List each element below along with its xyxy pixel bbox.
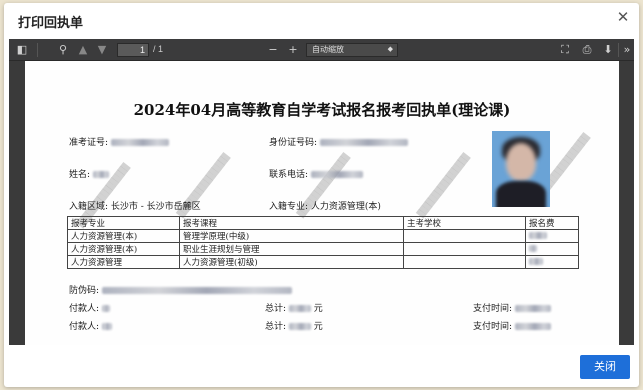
page-number-input[interactable]: 1 xyxy=(117,43,149,57)
zoom-select[interactable]: 自动缩放 ◆ xyxy=(306,43,398,57)
toolbar-divider xyxy=(618,43,619,57)
redacted-value xyxy=(110,139,169,146)
table-header: 报考课程 xyxy=(179,216,404,230)
redacted-value xyxy=(101,305,110,312)
payer-label: 付款人: xyxy=(69,304,100,314)
toolbar-divider xyxy=(37,43,38,57)
pdf-toolbar: ◧ ⚲ ▲ ▼ 1 / 1 − + 自动缩放 ◆ ⛶ ⎙ ⬇ » xyxy=(9,39,634,61)
anti-fake-code-field: 防伪码: xyxy=(69,283,292,296)
redacted-value xyxy=(514,305,551,312)
table-header-row: 报考专业 报考课程 主考学校 报名费 xyxy=(67,216,579,230)
payer-field-2: 付款人: xyxy=(69,319,112,332)
payment-time-label: 支付时间: xyxy=(473,322,513,332)
dialog-title: 打印回执单 xyxy=(18,15,84,30)
page-count: / 1 xyxy=(153,44,164,54)
table-header: 主考学校 xyxy=(403,216,526,230)
region-field: 入籍区域: 长沙市 - 长沙市岳麓区 xyxy=(69,202,201,212)
phone-field: 联系电话: xyxy=(269,167,363,180)
name-label: 姓名: xyxy=(69,170,91,180)
zoom-in-icon[interactable]: + xyxy=(286,43,300,57)
zoom-out-icon[interactable]: − xyxy=(266,43,280,57)
close-button[interactable]: 关闭 xyxy=(580,355,630,379)
name-field: 姓名: xyxy=(69,167,109,180)
print-icon[interactable]: ⎙ xyxy=(580,43,594,57)
total-label: 总计: xyxy=(265,304,287,314)
table-cell xyxy=(525,255,579,269)
table-cell: 人力资源管理(本) xyxy=(67,242,180,256)
redacted-value xyxy=(319,139,408,146)
presentation-mode-icon[interactable]: ⛶ xyxy=(558,43,572,57)
table-row: 人力资源管理(本) 管理学原理(中级) xyxy=(67,229,579,243)
table-cell xyxy=(403,229,526,243)
table-cell xyxy=(403,255,526,269)
currency-unit: 元 xyxy=(313,304,323,314)
redacted-value xyxy=(288,305,311,312)
dialog-header: 打印回执单 ✕ xyxy=(4,3,639,37)
previous-page-icon[interactable]: ▲ xyxy=(76,43,90,57)
course-table: 报考专业 报考课程 主考学校 报名费 人力资源管理(本) 管理学原理(中级) 人… xyxy=(67,216,579,269)
table-row: 人力资源管理(本) 职业生涯规划与管理 xyxy=(67,242,579,256)
redacted-value xyxy=(310,171,363,178)
table-cell: 管理学原理(中级) xyxy=(179,229,404,243)
major-field: 入籍专业: 人力资源管理(本) xyxy=(269,202,381,212)
payment-time-field-1: 支付时间: xyxy=(473,301,551,314)
redacted-value xyxy=(529,232,547,239)
print-receipt-dialog: 打印回执单 ✕ ◧ ⚲ ▲ ▼ 1 / 1 − + 自动缩放 ◆ ⛶ ⎙ ⬇ »… xyxy=(4,3,639,387)
payer-field-1: 付款人: xyxy=(69,301,110,314)
more-tools-icon[interactable]: » xyxy=(620,43,634,57)
document-page: ████████████████ ████████████████ ██████… xyxy=(25,61,619,345)
table-cell: 人力资源管理(初级) xyxy=(179,255,404,269)
chevron-down-icon: ◆ xyxy=(387,46,393,53)
payment-time-field-2: 支付时间: xyxy=(473,319,551,332)
payer-label: 付款人: xyxy=(69,322,100,332)
pdf-viewer: ◧ ⚲ ▲ ▼ 1 / 1 − + 自动缩放 ◆ ⛶ ⎙ ⬇ » ███████… xyxy=(9,39,634,345)
redacted-value xyxy=(92,171,109,178)
anti-fake-code-label: 防伪码: xyxy=(69,286,100,296)
redacted-value xyxy=(514,323,551,330)
admission-number-label: 准考证号: xyxy=(69,138,109,148)
redacted-value xyxy=(529,245,537,252)
currency-unit: 元 xyxy=(313,322,323,332)
table-cell xyxy=(403,242,526,256)
table-header: 报考专业 xyxy=(67,216,180,230)
close-icon[interactable]: ✕ xyxy=(615,10,631,26)
next-page-icon[interactable]: ▼ xyxy=(95,43,109,57)
photo-body xyxy=(496,181,546,207)
photo-face xyxy=(506,143,536,181)
watermark: ████████████████ xyxy=(416,152,471,219)
total-field-2: 总计: 元 xyxy=(265,319,323,332)
table-cell: 职业生涯规划与管理 xyxy=(179,242,404,256)
redacted-value xyxy=(288,323,311,330)
zoom-value: 自动缩放 xyxy=(312,45,344,54)
redacted-value xyxy=(101,287,292,294)
phone-label: 联系电话: xyxy=(269,170,309,180)
table-cell xyxy=(525,229,579,243)
id-number-field: 身份证号码: xyxy=(269,135,408,148)
id-number-label: 身份证号码: xyxy=(269,138,318,148)
dialog-footer: 关闭 xyxy=(4,347,639,387)
table-header: 报名费 xyxy=(525,216,579,230)
download-icon[interactable]: ⬇ xyxy=(601,43,615,57)
document-title: 2024年04月高等教育自学考试报名报考回执单(理论课) xyxy=(133,101,511,119)
redacted-value xyxy=(529,258,543,265)
total-field-1: 总计: 元 xyxy=(265,301,323,314)
payment-time-label: 支付时间: xyxy=(473,304,513,314)
table-cell xyxy=(525,242,579,256)
sidebar-toggle-icon[interactable]: ◧ xyxy=(15,43,29,57)
table-cell: 人力资源管理 xyxy=(67,255,180,269)
total-label: 总计: xyxy=(265,322,287,332)
search-icon[interactable]: ⚲ xyxy=(56,43,70,57)
admission-number-field: 准考证号: xyxy=(69,135,169,148)
table-row: 人力资源管理 人力资源管理(初级) xyxy=(67,255,579,269)
table-cell: 人力资源管理(本) xyxy=(67,229,180,243)
redacted-value xyxy=(101,323,112,330)
applicant-photo xyxy=(492,131,550,207)
